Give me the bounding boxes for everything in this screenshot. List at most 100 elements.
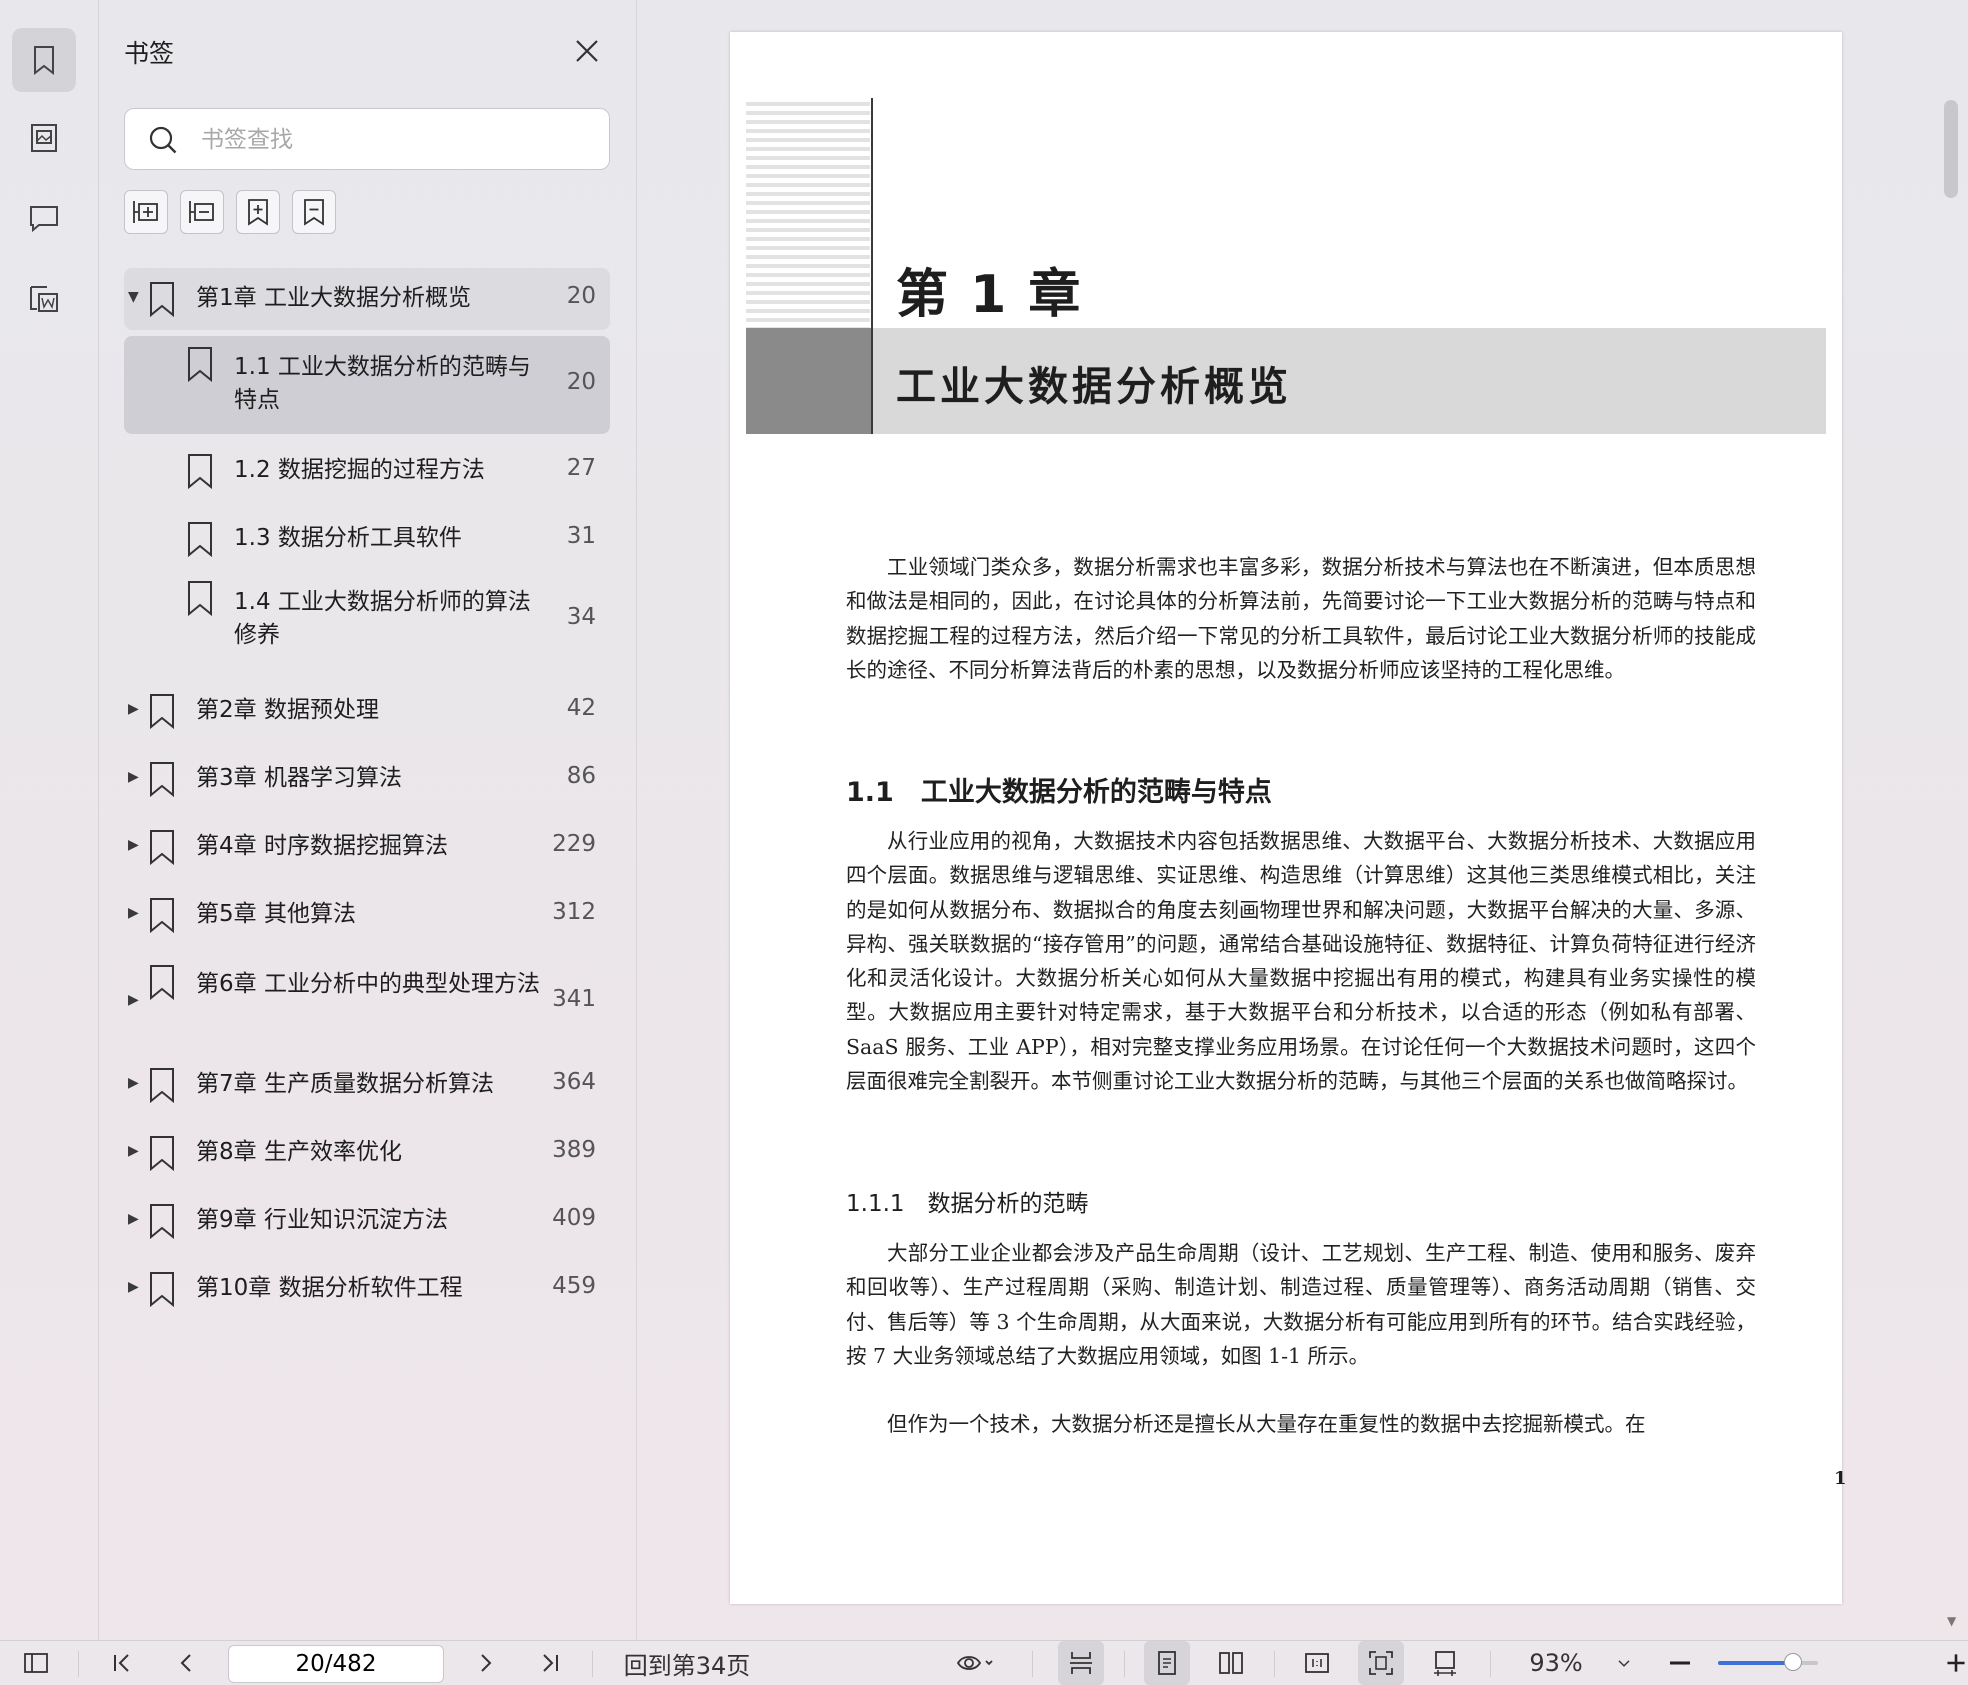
zoom-slider-knob[interactable] [1784, 1653, 1802, 1671]
section-paragraph: 从行业应用的视角，大数据技术内容包括数据思维、大数据平台、大数据分析技术、大数据… [846, 829, 1756, 1094]
expand-arrow-icon[interactable]: ▶ [128, 1211, 139, 1227]
expand-arrow-icon[interactable]: ▶ [128, 1279, 139, 1295]
bookmark-chapter-item[interactable]: ▶ 第2章 数据预处理 42 [124, 680, 610, 742]
bookmark-icon [188, 522, 212, 557]
separator [1490, 1651, 1491, 1677]
close-icon[interactable] [572, 36, 602, 66]
bookmark-chapter-item[interactable]: ▶ 第8章 生产效率优化 389 [124, 1122, 610, 1184]
view-mode-button[interactable] [946, 1641, 1006, 1685]
bookmark-chapter-item[interactable]: ▶ 第4章 时序数据挖掘算法 229 [124, 816, 610, 878]
scroll-down-arrow[interactable]: ▼ [1947, 1614, 1956, 1628]
bookmark-chapter-item[interactable]: ▶ 第6章 工业分析中的典型处理方法 341 [124, 954, 610, 1050]
bookmark-search-input[interactable] [199, 119, 593, 161]
expand-arrow-icon[interactable]: ▶ [128, 1075, 139, 1091]
separator [78, 1651, 79, 1677]
bookmark-icon [150, 1136, 174, 1171]
zoom-value[interactable]: 93% [1516, 1641, 1596, 1685]
bookmark-chapter-item[interactable]: ▼ 第1章 工业大数据分析概览 20 [124, 268, 610, 330]
bookmark-chapter-item[interactable]: ▶ 第10章 数据分析软件工程 459 [124, 1258, 610, 1320]
bookmark-label: 第8章 生产效率优化 [196, 1139, 402, 1165]
bookmark-page-number: 229 [552, 831, 596, 857]
bookmark-page-number: 389 [552, 1137, 596, 1163]
expand-arrow-icon[interactable]: ▶ [128, 769, 139, 785]
zoom-dropdown-button[interactable] [1604, 1641, 1644, 1685]
bookmark-icon [188, 581, 212, 616]
expand-all-icon [133, 201, 158, 223]
search-icon [149, 126, 177, 154]
bookmark-label: 第5章 其他算法 [196, 901, 356, 927]
expand-all-button[interactable] [124, 190, 168, 234]
bookmark-section-item[interactable]: 1.2 数据挖掘的过程方法 27 [124, 440, 610, 502]
comment-panel-button[interactable] [12, 186, 76, 250]
bookmark-icon [150, 1204, 174, 1239]
last-page-button[interactable] [530, 1641, 570, 1685]
header-stripes [746, 102, 870, 362]
bookmark-icon [188, 347, 212, 382]
bookmark-section-item[interactable]: 1.1 工业大数据分析的范畴与特点 20 [124, 336, 610, 434]
vertical-scrollbar[interactable]: ▼ [1940, 0, 1968, 1640]
bookmark-page-number: 364 [552, 1069, 596, 1095]
expand-arrow-icon[interactable]: ▶ [128, 905, 139, 921]
zoom-in-button[interactable] [1944, 1641, 1968, 1685]
collapse-arrow-icon[interactable]: ▼ [128, 289, 139, 305]
document-page: 第 1 章 工业大数据分析概览 工业领域门类众多，数据分析需求也丰富多彩，数据分… [730, 32, 1847, 1604]
bookmark-icon [150, 1272, 174, 1307]
separator [1274, 1651, 1275, 1677]
comment-icon [30, 206, 58, 233]
fit-page-icon [1369, 1651, 1393, 1675]
expand-arrow-icon[interactable]: ▶ [128, 992, 139, 1008]
bookmark-panel-button[interactable] [12, 28, 76, 92]
bookmark-chapter-item[interactable]: ▶ 第9章 行业知识沉淀方法 409 [124, 1190, 610, 1252]
previous-page-button[interactable] [166, 1641, 206, 1685]
bookmark-icon [150, 965, 174, 1000]
chevron-left-icon [180, 1654, 191, 1672]
collapse-all-button[interactable] [180, 190, 224, 234]
document-viewport[interactable]: 第 1 章 工业大数据分析概览 工业领域门类众多，数据分析需求也丰富多彩，数据分… [636, 0, 1958, 1640]
thumbnail-panel-button[interactable] [12, 106, 76, 170]
actual-size-button[interactable] [1294, 1641, 1340, 1685]
collapse-all-icon [189, 201, 214, 223]
bookmark-icon [188, 454, 212, 489]
goto-page-link[interactable]: 回到第34页 [612, 1641, 762, 1685]
subsection-paragraph: 大部分工业企业都会涉及产品生命周期（设计、工艺规划、生产工程、制造、使用和服务、… [846, 1241, 1756, 1368]
single-page-button[interactable] [1144, 1641, 1190, 1685]
bookmark-section-item[interactable]: 1.4 工业大数据分析师的算法修养 34 [124, 570, 610, 670]
scrollbar-thumb[interactable] [1944, 100, 1958, 198]
bookmark-label: 1.2 数据挖掘的过程方法 [234, 457, 485, 483]
word-convert-button[interactable] [12, 266, 76, 330]
bookmark-search[interactable] [124, 108, 610, 170]
page-number-input[interactable] [228, 1645, 444, 1683]
add-bookmark-button[interactable] [236, 190, 280, 234]
plus-icon [1947, 1654, 1965, 1672]
zoom-slider[interactable] [1718, 1653, 1818, 1671]
fit-width-button[interactable] [1422, 1641, 1468, 1685]
continuous-scroll-button[interactable] [1058, 1641, 1104, 1685]
bookmark-panel: 书签 ▼第1章 工业大数据分析概览201.1 工业大数据分析的范畴与特点201.… [98, 0, 637, 1640]
title-band-dark [746, 328, 871, 434]
zoom-out-button[interactable] [1660, 1641, 1700, 1685]
first-page-icon [114, 1654, 129, 1672]
next-page-button[interactable] [466, 1641, 506, 1685]
fit-page-button[interactable] [1358, 1641, 1404, 1685]
minus-icon [1670, 1661, 1690, 1665]
bookmark-page-number: 20 [566, 369, 596, 395]
bookmark-chapter-item[interactable]: ▶ 第5章 其他算法 312 [124, 884, 610, 946]
expand-arrow-icon[interactable]: ▶ [128, 1143, 139, 1159]
bookmark-chapter-item[interactable]: ▶ 第7章 生产质量数据分析算法 364 [124, 1054, 610, 1116]
bookmark-chapter-item[interactable]: ▶ 第3章 机器学习算法 86 [124, 748, 610, 810]
bookmark-page-number: 312 [552, 899, 596, 925]
separator [1124, 1651, 1125, 1677]
actual-size-icon [1305, 1653, 1329, 1673]
toggle-sidebar-button[interactable] [16, 1641, 56, 1685]
remove-bookmark-button[interactable] [292, 190, 336, 234]
bookmark-icon [150, 898, 174, 933]
continuous-scroll-icon [1070, 1652, 1092, 1674]
bookmark-label: 第3章 机器学习算法 [196, 765, 402, 791]
two-page-button[interactable] [1208, 1641, 1254, 1685]
status-bar: 回到第34页 93% [0, 1640, 1968, 1685]
bookmark-section-item[interactable]: 1.3 数据分析工具软件 31 [124, 508, 610, 570]
expand-arrow-icon[interactable]: ▶ [128, 837, 139, 853]
expand-arrow-icon[interactable]: ▶ [128, 701, 139, 717]
first-page-button[interactable] [102, 1641, 142, 1685]
header-rule [871, 98, 873, 434]
